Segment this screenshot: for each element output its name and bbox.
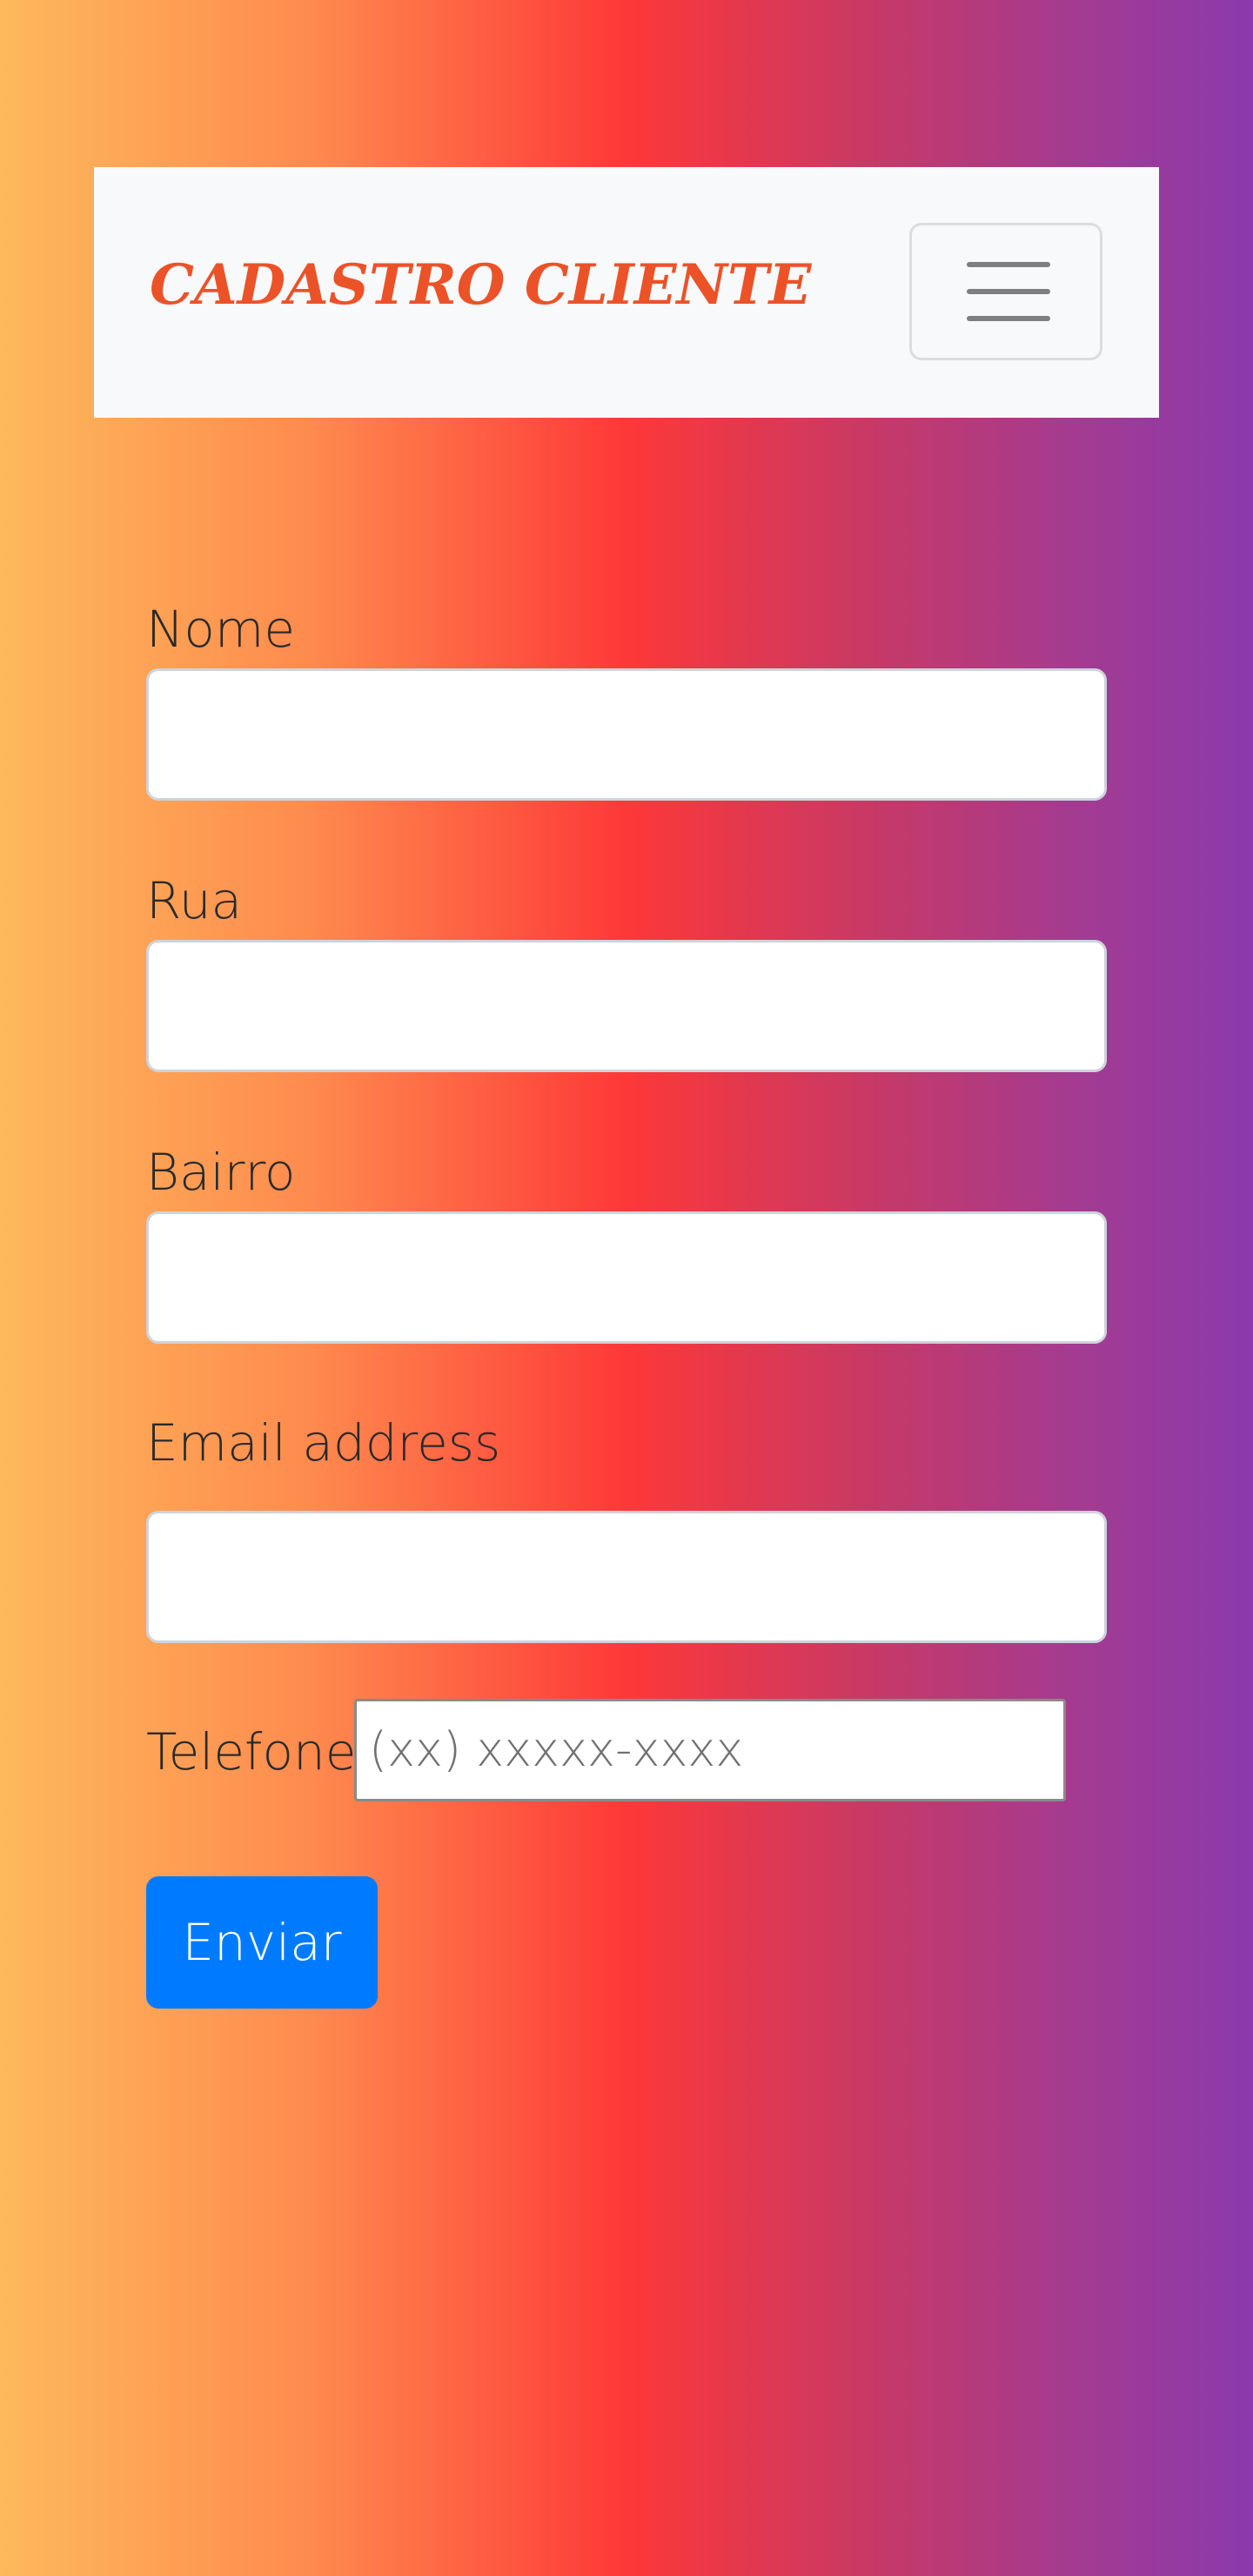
hamburger-menu-icon — [967, 262, 1050, 267]
telefone-input[interactable]: (xx) xxxxx-xxxx — [354, 1699, 1066, 1801]
rua-label: Rua — [146, 871, 242, 930]
nome-input[interactable] — [146, 668, 1107, 801]
hamburger-menu-icon-bar — [967, 316, 1050, 321]
email-label: Email address — [146, 1413, 501, 1472]
bairro-label: Bairro — [146, 1143, 296, 1202]
brand-title[interactable]: CADASTRO CLIENTE — [150, 251, 811, 320]
enviar-button[interactable]: Enviar — [146, 1876, 378, 2009]
navbar: CADASTRO CLIENTE — [94, 167, 1159, 418]
telefone-label: Telefone — [146, 1722, 357, 1781]
nome-label: Nome — [146, 600, 296, 659]
navbar-toggle-button[interactable] — [909, 223, 1102, 360]
email-input[interactable] — [146, 1511, 1107, 1643]
rua-input[interactable] — [146, 940, 1107, 1072]
hamburger-menu-icon-bar — [967, 289, 1050, 294]
bairro-input[interactable] — [146, 1211, 1107, 1344]
